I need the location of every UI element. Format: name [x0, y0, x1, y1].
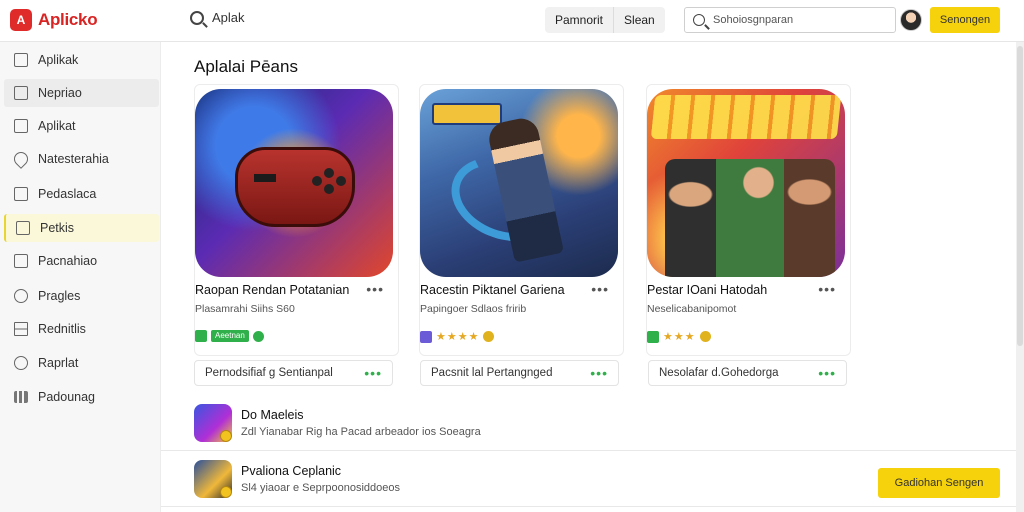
list-item-title: Do Maeleis: [241, 408, 304, 422]
platform-icon: [647, 330, 659, 343]
more-icon[interactable]: •••: [818, 366, 836, 380]
card-title: Raopan Rendan Potatanian: [195, 283, 350, 297]
list-item-title: Pvaliona Ceplanic: [241, 464, 342, 478]
game-thumbnail[interactable]: [420, 89, 618, 277]
logo-icon: A: [10, 9, 32, 31]
card-title: Pestar IOani Hatodah: [647, 283, 768, 297]
global-search[interactable]: Aplak: [190, 10, 245, 25]
sidebar: Aplikak Nepriao Aplikat Natesterahia Ped…: [0, 42, 161, 512]
app-card[interactable]: Pestar IOani Hatodah ••• Neselicabanipom…: [646, 84, 851, 356]
verified-icon: [252, 330, 264, 342]
square-icon: [14, 254, 28, 268]
tab-secondary[interactable]: Slean: [613, 7, 665, 33]
game-logo-image: [650, 95, 842, 139]
coin-icon: [220, 430, 232, 442]
search-placeholder: Sohoiosgnparan: [713, 14, 794, 26]
card-meta: ★★★★: [420, 330, 495, 343]
list-item[interactable]: Do Maeleis Zdl Yianabar Rig ha Pacad arb…: [194, 404, 1014, 444]
app-card[interactable]: Racestin Piktanel Gariena ••• Papingoer …: [419, 84, 624, 356]
more-icon[interactable]: •••: [366, 282, 384, 296]
search-icon: [190, 10, 204, 25]
sidebar-item[interactable]: Natesterahia: [4, 145, 159, 173]
card-subtitle: Papingoer Sdlaos fririb: [420, 303, 527, 315]
card-action[interactable]: Pacsnit lal Pertangnged •••: [420, 360, 619, 386]
app-name: Aplicko: [38, 10, 98, 29]
platform-icon: [420, 330, 432, 343]
location-icon: [11, 149, 31, 169]
search-icon: [693, 14, 705, 26]
grid-icon: [14, 322, 28, 336]
status-badge: Aeetnan: [211, 330, 249, 342]
card-action[interactable]: Pernodsifiaf g Sentianpal •••: [194, 360, 393, 386]
divider: [161, 450, 1016, 451]
card-meta: ★★★: [647, 330, 711, 343]
more-icon[interactable]: •••: [364, 366, 382, 380]
divider: [161, 506, 1016, 507]
game-logo-image: [432, 103, 502, 125]
pin-icon: [14, 356, 28, 370]
app-icon: [14, 53, 28, 67]
bottom-cta-button[interactable]: Gadiohan Sengen: [878, 468, 1000, 498]
app-icon: [194, 460, 232, 498]
tab-primary[interactable]: Pamnorit: [545, 7, 613, 33]
document-icon: [14, 187, 28, 201]
more-icon[interactable]: •••: [591, 282, 609, 296]
bars-icon: [14, 391, 28, 403]
sidebar-item[interactable]: Aplikat: [4, 112, 159, 140]
image-icon: [14, 86, 28, 100]
sidebar-item[interactable]: Aplikak: [4, 46, 159, 74]
top-bar: A Aplicko Aplak Pamnorit Slean Sohoiosgn…: [0, 0, 1024, 42]
app-icon: [16, 221, 30, 235]
gamepad-icon: [235, 147, 355, 227]
sidebar-item[interactable]: Rednitlis: [4, 315, 159, 343]
platform-icon: [195, 330, 207, 342]
game-thumbnail[interactable]: [195, 89, 393, 277]
list-item-subtitle: Zdl Yianabar Rig ha Pacad arbeador ios S…: [241, 426, 481, 438]
card-action[interactable]: Nesolafar d.Gohedorga •••: [648, 360, 847, 386]
sidebar-item-active[interactable]: Petkis: [4, 214, 159, 242]
card-meta: Aeetnan: [195, 330, 264, 342]
star-rating: ★★★: [663, 331, 696, 343]
star-rating: ★★★★: [436, 331, 480, 343]
avatar[interactable]: [900, 9, 922, 31]
card-title: Racestin Piktanel Gariena: [420, 283, 565, 297]
square-icon: [14, 119, 28, 133]
scrollbar[interactable]: [1016, 42, 1024, 512]
sidebar-item[interactable]: Raprlat: [4, 349, 159, 377]
sidebar-item[interactable]: Nepriao: [4, 79, 159, 107]
section-title: Aplalai Pēans: [194, 57, 298, 76]
sidebar-item[interactable]: Pragles: [4, 282, 159, 310]
app-window: A Aplicko Aplak Pamnorit Slean Sohoiosgn…: [0, 0, 1024, 512]
circle-icon: [14, 289, 28, 303]
more-icon[interactable]: •••: [590, 366, 608, 380]
more-icon[interactable]: •••: [818, 282, 836, 296]
view-tabs: Pamnorit Slean: [545, 7, 665, 33]
logo[interactable]: A Aplicko: [10, 9, 98, 31]
sidebar-item[interactable]: Pacnahiao: [4, 247, 159, 275]
main-content: Aplalai Pēans Raopan Rendan Potatanian •…: [161, 42, 1016, 512]
sidebar-item[interactable]: Padounag: [4, 383, 159, 411]
card-subtitle: Plasamrahi Siihs S60: [195, 303, 295, 315]
coin-icon: [220, 486, 232, 498]
sidebar-item[interactable]: Pedaslaca: [4, 180, 159, 208]
header-cta-button[interactable]: Senongen: [930, 7, 1000, 33]
game-thumbnail[interactable]: [647, 89, 845, 277]
app-icon: [194, 404, 232, 442]
coin-icon: [699, 331, 711, 342]
card-subtitle: Neselicabanipomot: [647, 303, 737, 315]
app-card[interactable]: Raopan Rendan Potatanian ••• Plasamrahi …: [194, 84, 399, 356]
search-input[interactable]: Sohoiosgnparan: [684, 7, 896, 33]
scrollbar-thumb[interactable]: [1017, 46, 1023, 346]
list-item-subtitle: Sl4 yiaoar e Seprpoonosiddoeos: [241, 482, 401, 494]
characters-graphic: [665, 159, 835, 277]
search-query: Aplak: [212, 10, 245, 25]
coin-icon: [483, 331, 495, 342]
